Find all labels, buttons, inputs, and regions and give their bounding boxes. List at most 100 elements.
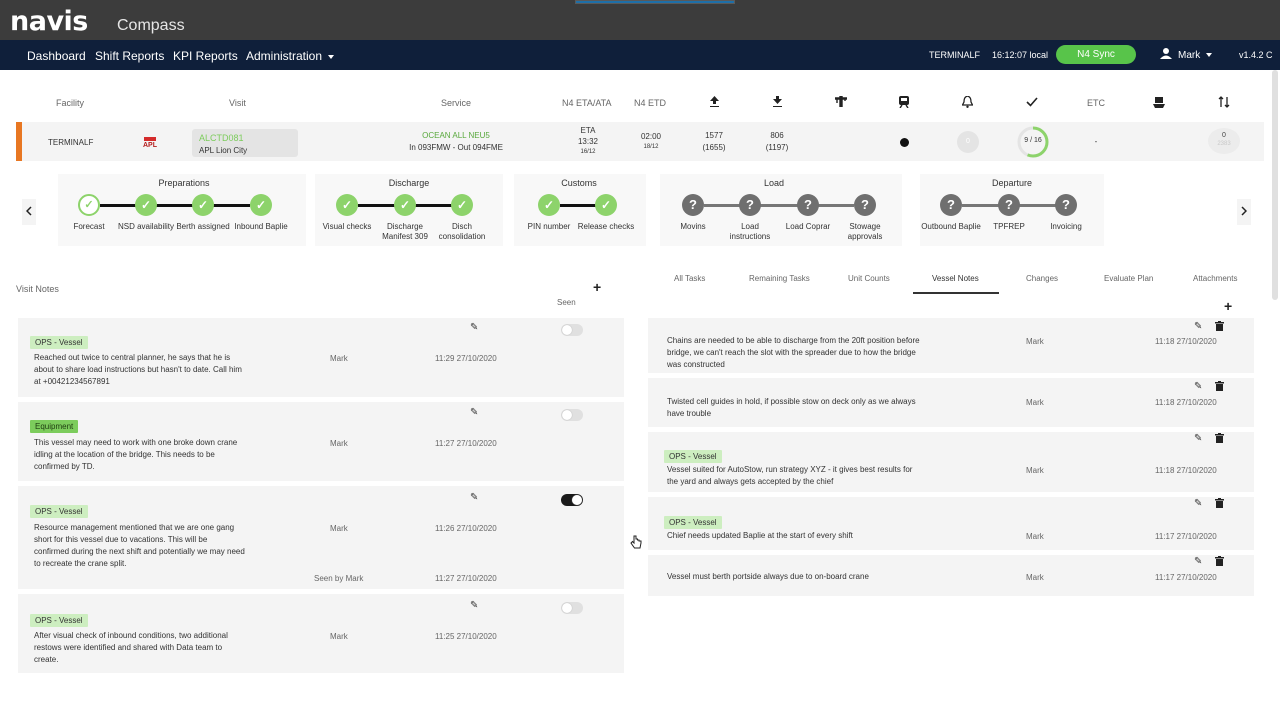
vessel-note-card bbox=[648, 497, 1254, 550]
note-time: 11:18 27/10/2020 bbox=[1155, 466, 1217, 475]
step-forecast[interactable]: ✓ bbox=[78, 194, 100, 216]
step-label-nsd-availability: NSD availability bbox=[117, 222, 175, 231]
note-text-line: bridge, we can't reach the slot with the… bbox=[667, 348, 916, 357]
note-time: 11:18 27/10/2020 bbox=[1155, 337, 1217, 346]
step-inbound-baplie[interactable]: ✓ bbox=[250, 194, 272, 216]
vessel-container-icon bbox=[1153, 96, 1165, 111]
tab-unit-counts[interactable]: Unit Counts bbox=[848, 274, 890, 283]
tab-all-tasks[interactable]: All Tasks bbox=[674, 274, 705, 283]
note-text-line: Vessel suited for AutoStow, run strategy… bbox=[667, 465, 913, 474]
pencil-icon[interactable]: ✎ bbox=[470, 600, 478, 611]
eta-date: 16/12 bbox=[580, 149, 596, 155]
trash-icon[interactable] bbox=[1215, 381, 1224, 394]
hand-cursor-icon bbox=[630, 535, 642, 552]
step-release-checks[interactable]: ✓ bbox=[595, 194, 617, 216]
nav-shift-reports[interactable]: Shift Reports bbox=[95, 49, 164, 63]
note-time: 11:27 27/10/2020 bbox=[435, 439, 497, 448]
crane-icon bbox=[834, 95, 848, 110]
seen-toggle[interactable] bbox=[561, 602, 583, 614]
pencil-icon[interactable]: ✎ bbox=[1194, 498, 1202, 509]
tab-evaluate-plan[interactable]: Evaluate Plan bbox=[1104, 274, 1153, 283]
seen-by: Seen by Mark bbox=[314, 574, 364, 583]
page-scrollbar[interactable] bbox=[1272, 70, 1278, 300]
step-stowage-approvals[interactable]: ? bbox=[854, 194, 876, 216]
user-menu[interactable]: Mark bbox=[1160, 48, 1213, 61]
note-author: Mark bbox=[330, 439, 348, 448]
note-time: 11:18 27/10/2020 bbox=[1155, 398, 1217, 407]
operator-logo: APL bbox=[142, 137, 158, 150]
step-disch-consolidation[interactable]: ✓ bbox=[451, 194, 473, 216]
seen-toggle[interactable] bbox=[561, 409, 583, 421]
step-berth-assigned[interactable]: ✓ bbox=[192, 194, 214, 216]
step-invoicing[interactable]: ? bbox=[1055, 194, 1077, 216]
header-service: Service bbox=[441, 98, 472, 108]
n4-sync-button[interactable]: N4 Sync bbox=[1056, 45, 1136, 64]
tab-attachments[interactable]: Attachments bbox=[1193, 274, 1237, 283]
step-label-forecast: Forecast bbox=[73, 222, 105, 231]
note-author: Mark bbox=[330, 524, 348, 533]
step-label-visual-checks: Visual checks bbox=[322, 222, 372, 231]
trash-icon[interactable] bbox=[1215, 321, 1224, 334]
step-movins[interactable]: ? bbox=[682, 194, 704, 216]
user-name: Mark bbox=[1178, 50, 1201, 61]
alerts-badge[interactable]: 0 bbox=[957, 131, 979, 153]
tab-remaining-tasks[interactable]: Remaining Tasks bbox=[749, 274, 810, 283]
trash-icon[interactable] bbox=[1215, 433, 1224, 446]
rail-status-dot bbox=[900, 138, 909, 147]
nav-kpi-reports[interactable]: KPI Reports bbox=[173, 49, 238, 63]
step-outbound-baplie[interactable]: ? bbox=[940, 194, 962, 216]
step-discharge-manifest[interactable]: ✓ bbox=[394, 194, 416, 216]
note-tag: OPS - Vessel bbox=[30, 336, 88, 349]
service-name: OCEAN ALL NEU5 bbox=[422, 131, 490, 140]
checks-progress-label: 9 / 16 bbox=[1024, 137, 1042, 144]
nav-dashboard[interactable]: Dashboard bbox=[27, 49, 86, 63]
visit-id[interactable]: ALCTD081 bbox=[199, 133, 244, 144]
discharge-count: 806 bbox=[770, 131, 784, 140]
seen-toggle[interactable] bbox=[561, 324, 583, 336]
trash-icon[interactable] bbox=[1215, 556, 1224, 569]
checks-progress-ring[interactable]: 9 / 16 bbox=[1016, 125, 1050, 159]
note-tag: OPS - Vessel bbox=[664, 450, 722, 463]
product-name: Compass bbox=[117, 17, 185, 34]
brand-bar: navis Compass bbox=[0, 0, 1280, 40]
step-tpfrep[interactable]: ? bbox=[998, 194, 1020, 216]
step-visual-checks[interactable]: ✓ bbox=[336, 194, 358, 216]
note-author: Mark bbox=[1026, 466, 1044, 475]
note-text-line: Chief needs updated Baplie at the start … bbox=[667, 531, 853, 540]
step-pin-number[interactable]: ✓ bbox=[538, 194, 560, 216]
note-time: 11:25 27/10/2020 bbox=[435, 632, 497, 641]
pencil-icon[interactable]: ✎ bbox=[1194, 381, 1202, 392]
header-visit: Visit bbox=[229, 98, 246, 108]
milestones-prev-button[interactable] bbox=[22, 199, 36, 225]
vessel-name: APL Lion City bbox=[199, 146, 248, 155]
note-text-line: create. bbox=[34, 655, 59, 664]
seen-toggle[interactable] bbox=[561, 494, 583, 506]
note-text-line: the yard and always gets accepted by the… bbox=[667, 477, 834, 486]
step-nsd-availability[interactable]: ✓ bbox=[135, 194, 157, 216]
step-load-instructions[interactable]: ? bbox=[739, 194, 761, 216]
pencil-icon[interactable]: ✎ bbox=[470, 322, 478, 333]
header-n4-eta-ata: N4 ETA/ATA bbox=[562, 98, 612, 108]
step-load-coprar[interactable]: ? bbox=[797, 194, 819, 216]
pencil-icon[interactable]: ✎ bbox=[470, 492, 478, 503]
nav-administration[interactable]: Administration bbox=[246, 49, 335, 63]
nav-administration-label: Administration bbox=[246, 49, 323, 63]
note-author: Mark bbox=[1026, 573, 1044, 582]
milestones-next-button[interactable] bbox=[1237, 199, 1251, 225]
pencil-icon[interactable]: ✎ bbox=[1194, 556, 1202, 567]
line-load bbox=[704, 204, 854, 207]
eta-time: 13:32 bbox=[577, 137, 599, 146]
visit-notes-title: Visit Notes bbox=[16, 284, 59, 294]
pencil-icon[interactable]: ✎ bbox=[470, 407, 478, 418]
unit-count-total: 2383 bbox=[1217, 141, 1231, 147]
tab-changes[interactable]: Changes bbox=[1026, 274, 1058, 283]
note-text-line: Reached out twice to central planner, he… bbox=[34, 353, 231, 362]
navis-logo: navis bbox=[10, 6, 88, 37]
add-visit-note-button[interactable]: + bbox=[593, 279, 601, 295]
pencil-icon[interactable]: ✎ bbox=[1194, 321, 1202, 332]
note-time: 11:26 27/10/2020 bbox=[435, 524, 497, 533]
add-vessel-note-button[interactable]: + bbox=[1224, 298, 1232, 314]
trash-icon[interactable] bbox=[1215, 498, 1224, 511]
tab-vessel-notes[interactable]: Vessel Notes bbox=[932, 274, 979, 283]
pencil-icon[interactable]: ✎ bbox=[1194, 433, 1202, 444]
